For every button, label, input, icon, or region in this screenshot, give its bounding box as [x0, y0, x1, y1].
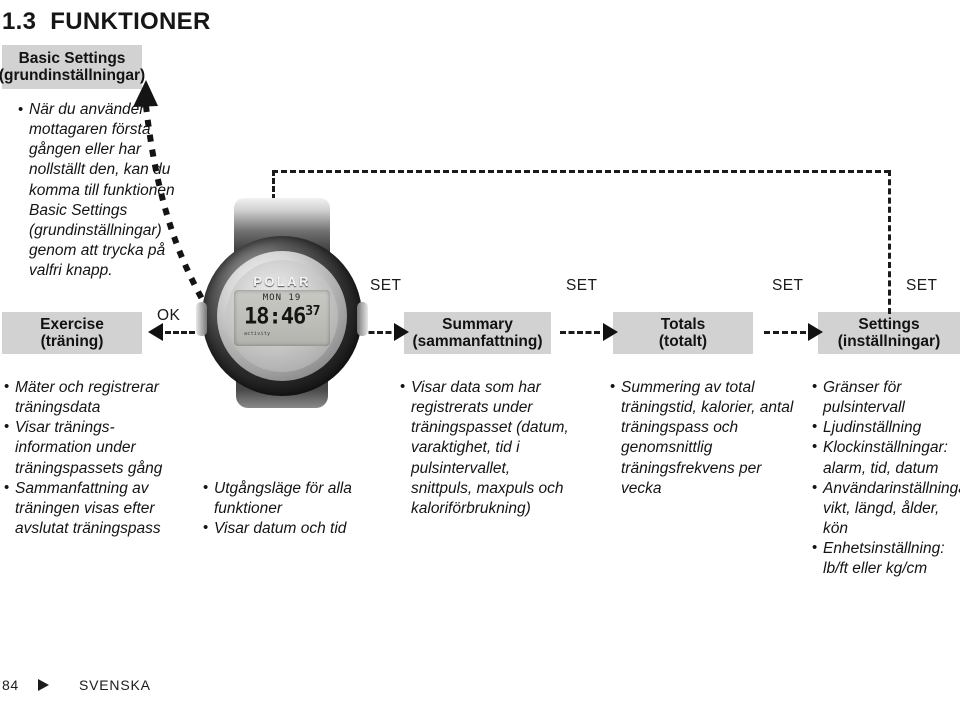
column-totals-description: Summering av total träningstid, kalorier… [610, 377, 795, 499]
box-settings: Settings (inställningar) [818, 312, 960, 354]
totals-bullet-list: Summering av total träningstid, kalorier… [610, 377, 795, 499]
lcd-time-group: 18:4637 [244, 305, 320, 328]
lcd-date-text: MON 19 [262, 293, 302, 303]
box-totals: Totals (totalt) [613, 312, 753, 354]
manual-page: 1.3 FUNKTIONER Basic Settings (grundinstä… [0, 0, 960, 707]
section-number: 1.3 [2, 8, 37, 35]
box-exercise-en: Exercise [40, 315, 104, 333]
label-set-button-1: SET [370, 277, 402, 294]
arrowhead-right-summary-icon [394, 323, 409, 341]
lcd-seconds-text: 37 [305, 304, 320, 319]
list-item: Enhetsinställning: lb/ft eller kg/cm [812, 538, 960, 579]
box-exercise-sv: (träning) [40, 333, 104, 350]
box-summary-sv: (sammanfattning) [412, 333, 543, 350]
list-item: Ljudinställning [812, 417, 960, 438]
box-summary-en: Summary [442, 315, 513, 333]
list-item: Klockinställningar: alarm, tid, datum [812, 437, 960, 478]
footer-page-number: 84 [2, 677, 19, 693]
list-item: Användarinställningar: vikt, längd, ålde… [812, 478, 960, 539]
connector-summary-to-totals [560, 331, 600, 334]
footer-triangle-icon [38, 679, 49, 691]
watch-button-right [357, 302, 368, 336]
box-basic-settings: Basic Settings (grundinställningar) [0, 45, 146, 89]
list-item: Visar tränings-information under träning… [4, 417, 164, 478]
arrowhead-left-exercise-icon [148, 323, 163, 341]
column-settings-description: Gränser för pulsintervall Ljudinställnin… [812, 377, 960, 579]
label-set-button-4: SET [906, 277, 938, 294]
footer-language-label: SVENSKA [79, 677, 151, 693]
arrowhead-right-settings-icon [808, 323, 823, 341]
box-settings-en: Settings [858, 315, 920, 333]
loop-connector-top [272, 170, 890, 173]
watch-button-left [196, 302, 207, 336]
list-item: Mäter och registrerar träningsdata [4, 377, 164, 418]
box-totals-en: Totals [660, 315, 706, 333]
exercise-bullet-list: Mäter och registrerar träningsdata Visar… [4, 377, 164, 539]
connector-totals-to-settings [764, 331, 806, 334]
column-summary-description: Visar data som har registrerats under tr… [400, 377, 570, 519]
lcd-footer-text: activity [244, 331, 271, 338]
watch-bullet-list: Utgångsläge för alla funktioner Visar da… [203, 478, 353, 539]
box-summary: Summary (sammanfattning) [404, 312, 551, 354]
section-title: FUNKTIONER [50, 8, 211, 35]
list-item: Visar datum och tid [203, 518, 353, 539]
box-settings-sv: (inställningar) [837, 333, 941, 350]
intro-bullet-list: När du använder mottagaren första gången… [18, 100, 186, 281]
box-exercise: Exercise (träning) [2, 312, 142, 354]
column-watch-description: Utgångsläge för alla funktioner Visar da… [203, 478, 353, 539]
box-basic-settings-en: Basic Settings [18, 49, 126, 67]
page-footer: 84 SVENSKA [2, 677, 151, 693]
settings-bullet-list: Gränser för pulsintervall Ljudinställnin… [812, 377, 960, 579]
list-item: När du använder mottagaren första gången… [18, 100, 186, 281]
summary-bullet-list: Visar data som har registrerats under tr… [400, 377, 570, 519]
list-item: Utgångsläge för alla funktioner [203, 478, 353, 519]
watch-lcd-display: MON 19 18:4637 activity [234, 290, 330, 346]
watch-illustration: POLAR MON 19 18:4637 activity [196, 198, 368, 408]
label-set-button-2: SET [566, 277, 598, 294]
box-totals-sv: (totalt) [658, 333, 708, 350]
column-intro-description: När du använder mottagaren första gången… [18, 100, 186, 281]
page-title: 1.3 FUNKTIONER [2, 8, 211, 36]
list-item: Sammanfattning av träningen visas efter … [4, 478, 164, 539]
column-exercise-description: Mäter och registrerar träningsdata Visar… [4, 377, 164, 539]
lcd-time-text: 18:46 [244, 304, 306, 330]
list-item: Visar data som har registrerats under tr… [400, 377, 570, 519]
arrowhead-right-totals-icon [603, 323, 618, 341]
watch-brand-logo: POLAR [253, 274, 311, 289]
list-item: Summering av total träningstid, kalorier… [610, 377, 795, 499]
list-item: Gränser för pulsintervall [812, 377, 960, 418]
box-basic-settings-sv: (grundinställningar) [0, 67, 146, 84]
loop-connector-left [272, 170, 275, 200]
loop-connector-right [888, 170, 891, 314]
label-set-button-3: SET [772, 277, 804, 294]
